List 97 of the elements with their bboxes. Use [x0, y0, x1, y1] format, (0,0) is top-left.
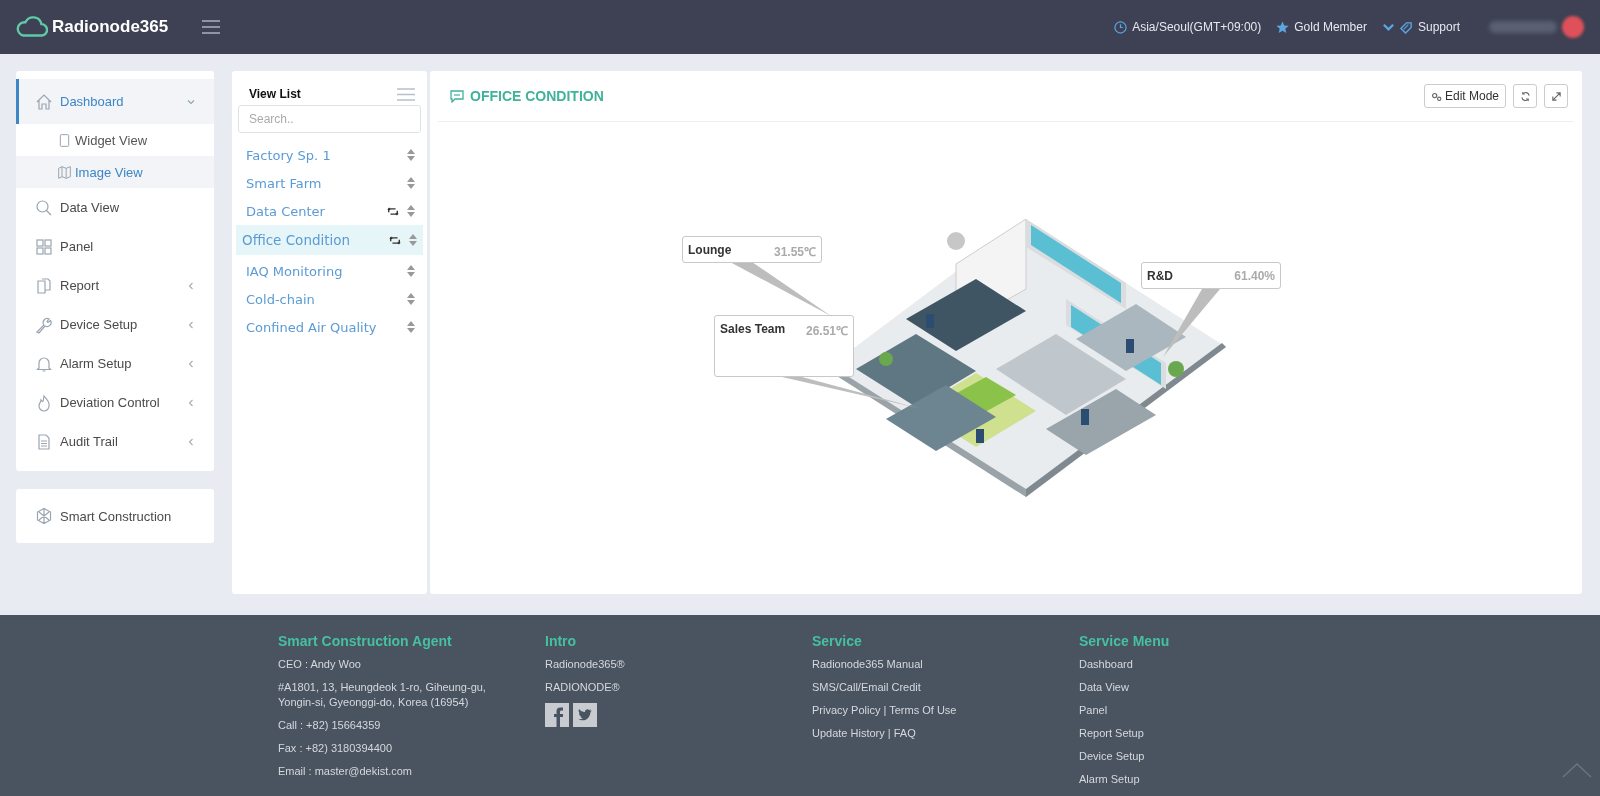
chevron-left-icon[interactable] [186, 436, 196, 447]
blurred-user-name [1489, 21, 1557, 33]
chevron-left-icon[interactable] [186, 319, 196, 330]
footer-link[interactable]: RADIONODE® [545, 680, 760, 695]
sidebar-item[interactable]: Report [16, 266, 214, 305]
fullscreen-button[interactable] [1544, 84, 1568, 108]
plant-icon [879, 352, 893, 366]
footer-link[interactable]: Report Setup [1079, 726, 1294, 741]
expand-icon [1550, 90, 1562, 102]
sidebar-item[interactable]: Panel [16, 227, 214, 266]
view-list-item[interactable]: Confined Air Quality [238, 313, 421, 341]
sensor-value: 31.55℃ [773, 244, 816, 260]
sensor-name: Lounge [688, 243, 732, 257]
person-figure [1126, 339, 1134, 353]
cloud-logo-icon [16, 16, 48, 38]
search-field[interactable]: Search.. [238, 105, 421, 133]
footer-text: Email : master@dekist.com [278, 764, 414, 779]
hexagon-icon [35, 507, 53, 525]
membership-label[interactable]: Gold Member [1294, 20, 1367, 34]
sidebar-item[interactable]: Data View [16, 188, 214, 227]
view-list-item[interactable]: IAQ Monitoring [238, 257, 421, 285]
sort-icon[interactable] [407, 321, 415, 333]
documents-icon [35, 276, 53, 295]
footer-link[interactable]: Alarm Setup [1079, 772, 1294, 787]
view-list-item[interactable]: Smart Farm [238, 169, 421, 197]
footer-link[interactable]: Update History | FAQ [812, 726, 1027, 741]
footer-link[interactable]: Panel [1079, 703, 1294, 718]
panel-title: OFFICE CONDITION [470, 88, 604, 104]
comment-icon [450, 89, 464, 103]
home-icon [35, 92, 53, 111]
wrench-icon [35, 315, 53, 334]
footer-text: Call : +82) 15664359 [278, 718, 382, 733]
chevron-left-icon[interactable] [186, 358, 196, 369]
clock-icon [1114, 20, 1128, 34]
sort-icon[interactable] [407, 293, 415, 305]
sidebar-item[interactable]: Deviation Control [16, 383, 214, 422]
view-list-item[interactable]: Data Center [238, 197, 421, 225]
footer-link[interactable]: Data View [1079, 680, 1294, 695]
star-icon [1276, 20, 1290, 34]
document-icon [35, 432, 53, 451]
tag-icon [1399, 20, 1413, 34]
footer-text: #A1801, 13, Heungdeok 1-ro, Giheung-gu, Yongin-si, Gyeonggi-do, Korea (16954) [278, 680, 487, 710]
footer-text: Fax : +82) 3180394400 [278, 741, 394, 756]
search-icon [35, 198, 53, 217]
footer-link[interactable]: Device Setup [1079, 749, 1294, 764]
footer-link[interactable]: Dashboard [1079, 657, 1294, 672]
footer-link[interactable]: Privacy Policy | Terms Of Use [812, 703, 1027, 718]
footer-link[interactable]: Radionode365 Manual [812, 657, 1027, 672]
footer-heading: Smart Construction Agent [278, 633, 453, 649]
sensor-value: 61.40% [1234, 269, 1275, 283]
map-icon [57, 164, 72, 180]
sidebar-subitem[interactable]: Widget View [16, 124, 214, 156]
refresh-button[interactable] [1513, 84, 1537, 108]
sort-icon[interactable] [407, 177, 415, 189]
logo-text[interactable]: Radionode365 [52, 17, 169, 37]
sort-icon[interactable] [407, 149, 415, 161]
support-link[interactable]: Support [1417, 20, 1460, 34]
user-avatar[interactable] [1562, 16, 1584, 38]
footer-heading: Service Menu [1079, 633, 1171, 649]
timezone-link[interactable]: Asia/Seoul(GMT+09:00) [1132, 20, 1262, 34]
sensor-value: 26.51℃ [805, 323, 848, 339]
footer-link[interactable]: Radionode365® [545, 657, 760, 672]
grid-icon [35, 237, 53, 256]
sort-icon[interactable] [407, 265, 415, 277]
sidebar-item[interactable]: Device Setup [16, 305, 214, 344]
edit-mode-button[interactable]: Edit Mode [1423, 84, 1506, 108]
view-list-item[interactable]: Factory Sp. 1 [238, 141, 421, 169]
person-figure [1081, 409, 1089, 425]
plant-icon [1168, 361, 1184, 377]
chevron-left-icon[interactable] [186, 280, 196, 291]
view-list-item[interactable]: Cold-chain [238, 285, 421, 313]
chevron-left-icon[interactable] [186, 397, 196, 408]
refresh-icon [1519, 90, 1531, 102]
sort-icon[interactable] [407, 205, 415, 217]
sidebar-item[interactable]: Alarm Setup [16, 344, 214, 383]
menu-icon[interactable] [397, 87, 415, 101]
sidebar-item[interactable]: Smart Construction [16, 497, 214, 535]
sensor-name: Sales Team [720, 322, 786, 336]
scroll-to-top-icon[interactable] [1562, 762, 1592, 778]
tablet-icon [57, 132, 72, 148]
facebook-icon[interactable] [545, 703, 569, 727]
sidebar-subitem[interactable]: Image View [16, 156, 214, 188]
bell-icon [35, 354, 53, 373]
sort-icon[interactable] [409, 234, 417, 246]
sensor-name: R&D [1147, 269, 1173, 283]
person-figure [976, 429, 984, 443]
footer-text: CEO : Andy Woo [278, 657, 362, 672]
sidebar-item[interactable]: Audit Trail [16, 422, 214, 461]
footer-heading: Service [812, 633, 863, 649]
panel-title: View List [249, 87, 301, 101]
footer-link[interactable]: SMS/Call/Email Credit [812, 680, 1027, 695]
gears-icon [1430, 90, 1442, 102]
menu-icon[interactable] [202, 20, 221, 34]
footer-heading: Intro [545, 633, 578, 649]
twitter-icon[interactable] [573, 703, 597, 727]
sidebar-item[interactable]: Dashboard [16, 79, 214, 124]
flame-icon [35, 393, 53, 412]
